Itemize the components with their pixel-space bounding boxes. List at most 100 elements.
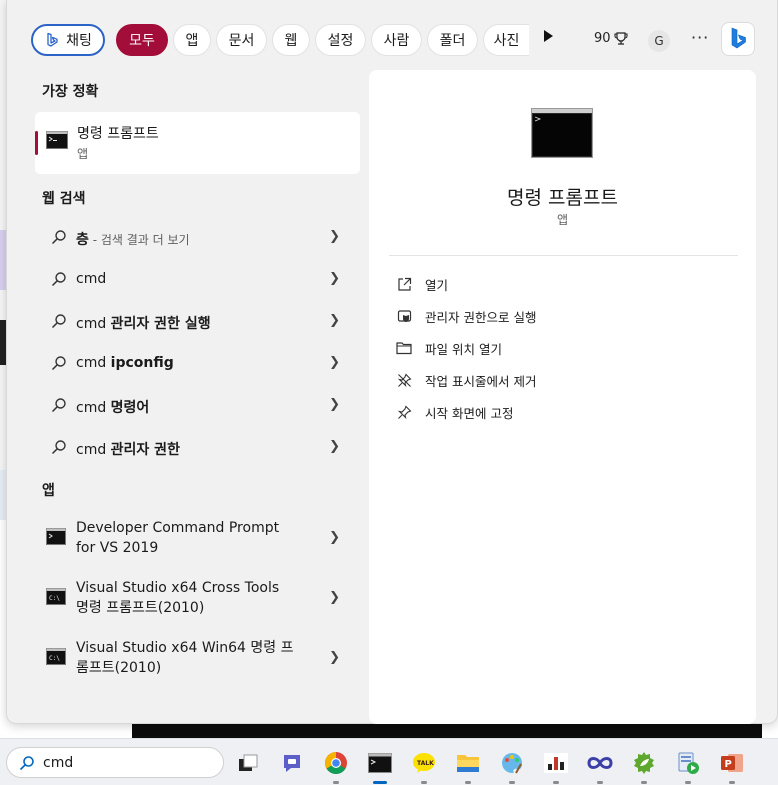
- file-explorer-icon[interactable]: [455, 750, 481, 776]
- teams-chat-icon[interactable]: [279, 750, 305, 776]
- action-label: 파일 위치 열기: [425, 341, 502, 357]
- action-open[interactable]: 열기: [395, 272, 448, 296]
- kakaotalk-icon[interactable]: TALK: [411, 750, 437, 776]
- action-pin-start[interactable]: 시작 화면에 고정: [395, 400, 513, 424]
- trophy-icon: [613, 31, 628, 45]
- terminal-icon[interactable]: [367, 750, 393, 776]
- web-search-result[interactable]: cmd ❯: [35, 259, 360, 301]
- filter-chip-label: 사람: [383, 33, 410, 49]
- filter-chip-photos[interactable]: 사진: [483, 24, 529, 56]
- search-icon: [51, 314, 66, 329]
- action-label: 작업 표시줄에서 제거: [425, 373, 537, 389]
- powerpoint-icon[interactable]: P: [719, 750, 745, 776]
- taskbar: cmd TALK P: [0, 738, 778, 785]
- search-icon: [51, 272, 66, 287]
- web-search-heading: 웹 검색: [42, 191, 86, 207]
- filter-chip-label: 앱: [185, 33, 199, 49]
- filter-chip-label: 모두: [129, 33, 155, 49]
- avatar-letter: G: [654, 34, 664, 48]
- chevron-right-icon: ❯: [329, 355, 340, 370]
- search-panel: 채팅 모두 앱 문서 웹 설정 사람 폴더 사진 90 G ··· 가장 정확 …: [6, 0, 778, 724]
- details-title: 명령 프롬프트: [507, 187, 618, 209]
- details-divider: [389, 255, 738, 256]
- filter-chip-label: 설정: [327, 33, 354, 49]
- details-pane: 명령 프롬프트 앱 열기 관리자 권한으로 실행 파일 위치 열기 작업 표시줄…: [369, 70, 756, 724]
- filter-chip-all[interactable]: 모두: [116, 24, 168, 56]
- chevron-right-icon: ❯: [329, 397, 340, 412]
- rewards-points[interactable]: 90: [594, 31, 628, 46]
- visual-studio-icon[interactable]: [587, 750, 613, 776]
- search-icon: [19, 755, 34, 770]
- filter-chip-people[interactable]: 사람: [371, 24, 422, 56]
- media-app-icon[interactable]: [675, 750, 701, 776]
- action-unpin-taskbar[interactable]: 작업 표시줄에서 제거: [395, 368, 536, 392]
- selection-indicator: [35, 131, 38, 155]
- bar-app-icon[interactable]: [543, 750, 569, 776]
- filter-chip-label: 웹: [284, 33, 298, 49]
- bing-button[interactable]: [721, 22, 755, 56]
- web-search-result[interactable]: cmd 관리자 권한 실행 ❯: [35, 301, 360, 343]
- web-search-text: cmd 관리자 권한: [76, 442, 180, 458]
- app-result[interactable]: C:\ Visual Studio x64 Cross Tools 명령 프롬프…: [35, 570, 360, 628]
- pin-icon: [395, 403, 413, 421]
- filter-chip-label: 사진: [493, 33, 520, 49]
- filter-chip-apps[interactable]: 앱: [173, 24, 211, 56]
- spring-tool-icon[interactable]: [631, 750, 657, 776]
- svg-text:TALK: TALK: [417, 760, 434, 767]
- unpin-icon: [395, 371, 413, 389]
- running-indicator: [333, 781, 339, 784]
- background-terminal-window: [132, 724, 762, 738]
- filter-chip-label: 문서: [228, 33, 255, 49]
- user-avatar[interactable]: G: [648, 30, 670, 52]
- search-icon: [51, 440, 66, 455]
- more-dots-icon: ···: [691, 28, 710, 47]
- filter-chip-folders[interactable]: 폴더: [427, 24, 478, 56]
- app-result-name: Visual Studio x64 Win64 명령 프롬프트(2010): [76, 640, 294, 676]
- svg-text:P: P: [725, 759, 732, 770]
- web-search-result[interactable]: 층 - 검색 결과 더 보기 ❯: [35, 217, 360, 259]
- running-indicator: [685, 781, 691, 784]
- chat-chip[interactable]: 채팅: [31, 24, 105, 56]
- more-options-button[interactable]: ···: [691, 28, 709, 47]
- open-external-icon: [395, 275, 413, 293]
- folder-icon: [395, 339, 413, 357]
- best-match-name: 명령 프롬프트: [77, 126, 159, 142]
- filter-bar: 채팅 모두 앱 문서 웹 설정 사람 폴더 사진 90 G ···: [31, 22, 776, 58]
- web-search-result[interactable]: cmd 명령어 ❯: [35, 385, 360, 427]
- scroll-right-button[interactable]: [543, 30, 553, 46]
- chevron-right-icon: ❯: [329, 590, 340, 605]
- web-search-text: cmd 관리자 권한 실행: [76, 316, 211, 332]
- action-label: 관리자 권한으로 실행: [425, 309, 537, 325]
- paint-icon[interactable]: [499, 750, 525, 776]
- action-run-as-admin[interactable]: 관리자 권한으로 실행: [395, 304, 536, 328]
- web-search-result[interactable]: cmd 관리자 권한 ❯: [35, 427, 360, 469]
- best-match-result[interactable]: 명령 프롬프트 앱: [35, 112, 360, 174]
- filter-chip-web[interactable]: 웹: [272, 24, 310, 56]
- web-search-result[interactable]: cmd ipconfig ❯: [35, 343, 360, 385]
- app-result[interactable]: C:\ Visual Studio x64 Win64 명령 프롬프트(2010…: [35, 630, 360, 688]
- shield-icon: [395, 307, 413, 325]
- best-match-type: 앱: [77, 147, 89, 161]
- action-label: 시작 화면에 고정: [425, 405, 514, 421]
- chrome-icon[interactable]: [323, 750, 349, 776]
- details-type: 앱: [556, 213, 569, 227]
- app-result[interactable]: Developer Command Prompt for VS 2019 ❯: [35, 510, 360, 568]
- action-label: 열기: [425, 277, 449, 293]
- action-open-file-location[interactable]: 파일 위치 열기: [395, 336, 502, 360]
- chevron-right-icon: ❯: [329, 439, 340, 454]
- rewards-points-value: 90: [594, 31, 611, 46]
- web-search-text: cmd 명령어: [76, 400, 150, 416]
- running-indicator: [641, 781, 647, 784]
- filter-chip-settings[interactable]: 설정: [315, 24, 366, 56]
- search-icon: [51, 398, 66, 413]
- command-prompt-icon: [46, 131, 68, 149]
- filter-chip-documents[interactable]: 문서: [216, 24, 267, 56]
- bing-chat-icon: [47, 32, 58, 47]
- taskbar-search-box[interactable]: cmd: [6, 747, 224, 778]
- web-search-text: cmd ipconfig: [76, 355, 174, 371]
- svg-text:C:\: C:\: [49, 655, 60, 662]
- command-prompt-large-icon: [531, 108, 593, 158]
- task-view-icon[interactable]: [235, 750, 261, 776]
- running-indicator: [729, 781, 735, 784]
- vs-tools-prompt-icon: C:\: [46, 648, 66, 665]
